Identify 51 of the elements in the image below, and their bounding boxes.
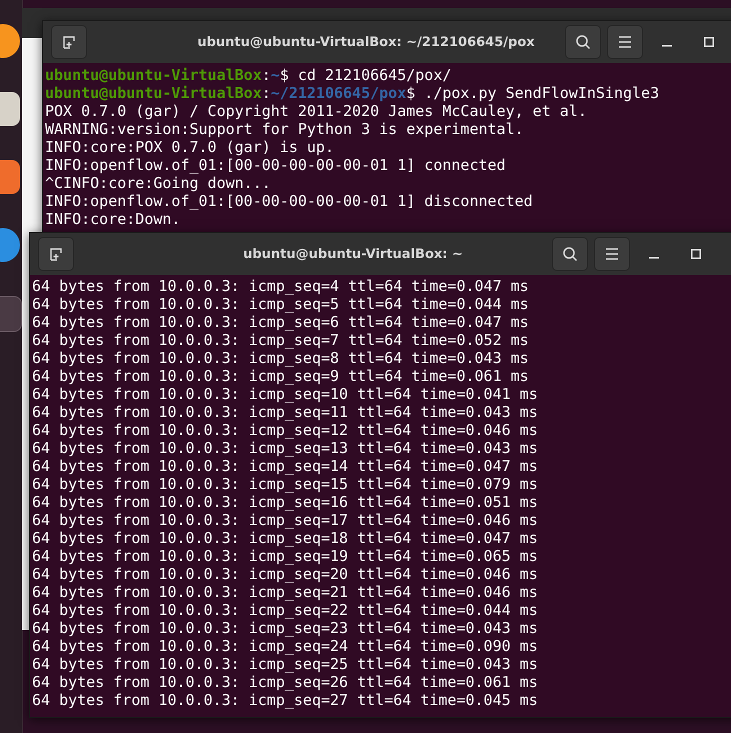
- terminal-line: INFO:openflow.of_01:[00-00-00-00-00-01 1] connected: [45, 156, 507, 174]
- terminal-line: 64 bytes from 10.0.0.3: icmp_seq=23 ttl=64 time=0.043 ms: [32, 619, 539, 637]
- terminal-line: 64 bytes from 10.0.0.3: icmp_seq=6 ttl=64 time=0.047 ms: [32, 313, 530, 331]
- terminal-line: 64 bytes from 10.0.0.3: icmp_seq=13 ttl=64 time=0.043 ms: [32, 439, 539, 457]
- search-icon: [562, 246, 578, 262]
- terminal-line: ubuntu@ubuntu-VirtualBox:~$ cd 212106645/pox/: [45, 66, 452, 84]
- terminal-line: 64 bytes from 10.0.0.3: icmp_seq=9 ttl=64 time=0.061 ms: [32, 367, 530, 385]
- terminal-line: 64 bytes from 10.0.0.3: icmp_seq=15 ttl=64 time=0.079 ms: [32, 475, 539, 493]
- minimize-icon: [662, 45, 672, 47]
- terminal-line: 64 bytes from 10.0.0.3: icmp_seq=8 ttl=64 time=0.043 ms: [32, 349, 530, 367]
- terminal-line: INFO:openflow.of_01:[00-00-00-00-00-01 1] disconnected: [45, 192, 534, 210]
- terminal-line: 64 bytes from 10.0.0.3: icmp_seq=4 ttl=64 time=0.047 ms: [32, 277, 530, 295]
- terminal-line: 64 bytes from 10.0.0.3: icmp_seq=25 ttl=64 time=0.043 ms: [32, 655, 539, 673]
- terminal-line: ubuntu@ubuntu-VirtualBox:~/212106645/pox$ ./pox.py SendFlowInSingle3: [45, 84, 660, 102]
- terminal-line: 64 bytes from 10.0.0.3: icmp_seq=27 ttl=64 time=0.045 ms: [32, 691, 539, 709]
- menu-icon: [618, 36, 632, 48]
- terminal-line: 64 bytes from 10.0.0.3: icmp_seq=17 ttl=64 time=0.046 ms: [32, 511, 539, 529]
- terminal-line: INFO:core:POX 0.7.0 (gar) is up.: [45, 138, 335, 156]
- terminal-line: 64 bytes from 10.0.0.3: icmp_seq=22 ttl=64 time=0.044 ms: [32, 601, 539, 619]
- terminal-line: 64 bytes from 10.0.0.3: icmp_seq=18 ttl=64 time=0.047 ms: [32, 529, 539, 547]
- new-tab-icon: [48, 246, 64, 262]
- terminal-line: 64 bytes from 10.0.0.3: icmp_seq=24 ttl=64 time=0.090 ms: [32, 637, 539, 655]
- search-button[interactable]: [565, 25, 601, 59]
- search-icon: [575, 34, 591, 50]
- window-title: ubuntu@ubuntu-VirtualBox: ~/212106645/pox: [196, 34, 536, 50]
- menu-button[interactable]: [607, 25, 643, 59]
- menu-icon: [605, 248, 619, 260]
- new-tab-button[interactable]: [51, 25, 87, 59]
- maximize-icon: [704, 37, 714, 47]
- new-tab-icon: [61, 34, 77, 50]
- terminal-line: 64 bytes from 10.0.0.3: icmp_seq=7 ttl=64 time=0.052 ms: [32, 331, 530, 349]
- terminal-line: 64 bytes from 10.0.0.3: icmp_seq=10 ttl=64 time=0.041 ms: [32, 385, 539, 403]
- new-tab-button[interactable]: [38, 237, 74, 271]
- terminal-line: ^CINFO:core:Going down...: [45, 174, 272, 192]
- terminal-line: WARNING:version:Support for Python 3 is experimental.: [45, 120, 525, 138]
- window-title: ubuntu@ubuntu-VirtualBox: ~: [242, 246, 464, 262]
- minimize-icon: [649, 257, 659, 259]
- terminal-line: 64 bytes from 10.0.0.3: icmp_seq=19 ttl=64 time=0.065 ms: [32, 547, 539, 565]
- terminal-line: POX 0.7.0 (gar) / Copyright 2011-2020 James McCauley, et al.: [45, 102, 588, 120]
- terminal-line: 64 bytes from 10.0.0.3: icmp_seq=21 ttl=64 time=0.046 ms: [32, 583, 539, 601]
- maximize-icon: [691, 249, 701, 259]
- terminal-line: 64 bytes from 10.0.0.3: icmp_seq=14 ttl=64 time=0.047 ms: [32, 457, 539, 475]
- search-button[interactable]: [552, 237, 588, 271]
- menu-button[interactable]: [594, 237, 630, 271]
- terminal-line: 64 bytes from 10.0.0.3: icmp_seq=11 ttl=64 time=0.043 ms: [32, 403, 539, 421]
- terminal-line: 64 bytes from 10.0.0.3: icmp_seq=16 ttl=64 time=0.051 ms: [32, 493, 539, 511]
- terminal-line: 64 bytes from 10.0.0.3: icmp_seq=26 ttl=64 time=0.061 ms: [32, 673, 539, 691]
- terminal-line: 64 bytes from 10.0.0.3: icmp_seq=5 ttl=64 time=0.044 ms: [32, 295, 530, 313]
- terminal-line: INFO:core:Down.: [45, 210, 182, 228]
- terminal-line: 64 bytes from 10.0.0.3: icmp_seq=12 ttl=64 time=0.046 ms: [32, 421, 539, 439]
- terminal-line: 64 bytes from 10.0.0.3: icmp_seq=20 ttl=64 time=0.046 ms: [32, 565, 539, 583]
